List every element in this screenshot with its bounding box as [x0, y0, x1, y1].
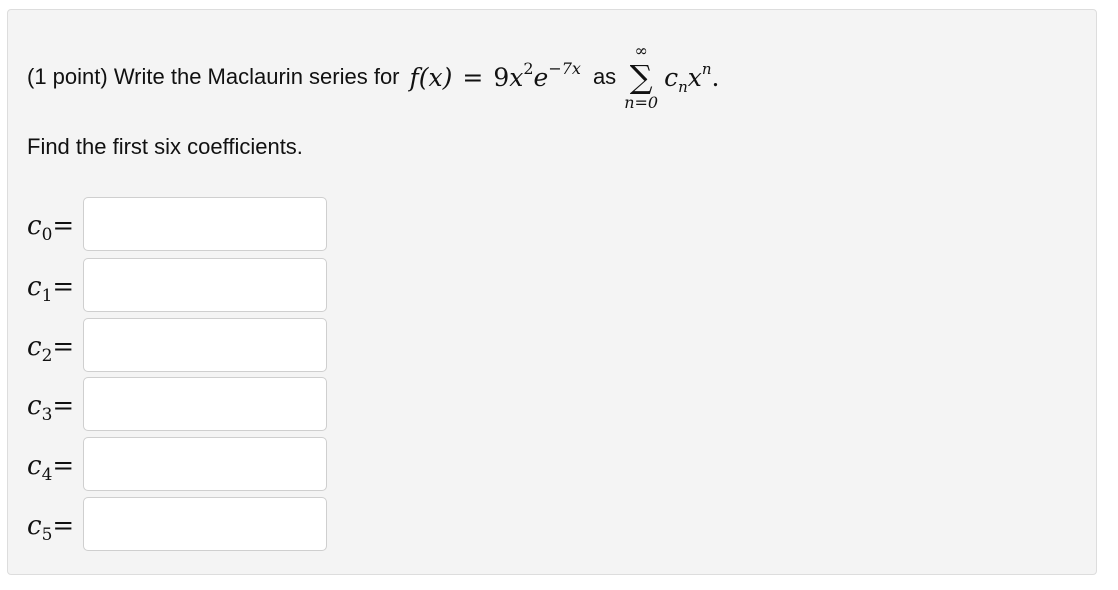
coefficient-equals: =: [52, 451, 75, 481]
coefficient-label-c3: c3=: [27, 391, 75, 425]
coefficient-row-c1: c1=: [27, 258, 337, 316]
function-name: f(x): [409, 62, 453, 92]
coefficient-equals: =: [52, 511, 75, 541]
term-exponent: n: [701, 59, 712, 78]
series-term: cnxn.: [664, 59, 720, 96]
coefficient-var: c: [27, 211, 42, 241]
coefficient-var: c: [27, 332, 42, 362]
answer-input-c3[interactable]: [83, 377, 327, 431]
x-variable: x: [509, 62, 524, 92]
summation: ∞ ∑ n=0: [624, 43, 658, 111]
sum-lower-limit: n=0: [624, 93, 659, 112]
x-exponent: 2: [523, 58, 534, 78]
coefficient-index: 0: [41, 225, 53, 245]
coefficient-label-c4: c4=: [27, 451, 75, 485]
coefficient-index: 2: [41, 346, 53, 366]
coefficient-label-c0: c0=: [27, 211, 75, 245]
term-c: c: [664, 62, 679, 92]
instruction-text: Find the first six coefficients.: [27, 134, 303, 159]
coefficient-equals: =: [52, 391, 75, 421]
sum-upper-limit: ∞: [634, 41, 648, 60]
coefficient-equals: =: [52, 211, 75, 241]
coefficient-row-c3: c3=: [27, 377, 337, 435]
coefficient-label-c1: c1=: [27, 272, 75, 306]
function-lhs: f(x): [410, 63, 453, 92]
function-rhs: 9x2e−7x: [493, 59, 581, 92]
coefficient-equals: =: [52, 272, 75, 302]
answer-input-c1[interactable]: [83, 258, 327, 312]
question-intro: (1 point) Write the Maclaurin series for: [27, 64, 400, 89]
answer-input-c5[interactable]: [83, 497, 327, 551]
term-x: x: [687, 62, 702, 92]
coefficient-index: 3: [41, 405, 53, 425]
coefficient-label-c2: c2=: [27, 332, 75, 366]
coefficient-var: c: [27, 451, 42, 481]
coefficient-row-c5: c5=: [27, 497, 337, 555]
as-word: as: [592, 64, 617, 89]
coefficient-index: 4: [41, 465, 53, 485]
term-subscript: n: [678, 77, 688, 96]
sigma-symbol: ∑: [629, 58, 653, 96]
coefficient-var: c: [27, 391, 42, 421]
e-base: e: [533, 62, 549, 92]
coefficient-label-c5: c5=: [27, 511, 75, 545]
coefficient-index: 1: [41, 286, 53, 306]
answer-input-c2[interactable]: [83, 318, 327, 372]
leading-coefficient: 9: [493, 62, 510, 92]
answer-input-c4[interactable]: [83, 437, 327, 491]
answer-input-c0[interactable]: [83, 197, 327, 251]
equals-sign: =: [462, 62, 484, 92]
coefficient-index: 5: [41, 525, 53, 545]
coefficient-row-c4: c4=: [27, 437, 337, 495]
coefficient-var: c: [27, 272, 42, 302]
coefficient-var: c: [27, 511, 42, 541]
term-period: .: [711, 62, 720, 92]
coefficient-row-c2: c2=: [27, 318, 337, 376]
coefficient-row-c0: c0=: [27, 197, 337, 255]
question-line: (1 point) Write the Maclaurin series for…: [27, 42, 720, 112]
e-exponent: −7x: [548, 58, 581, 78]
coefficient-equals: =: [52, 332, 75, 362]
